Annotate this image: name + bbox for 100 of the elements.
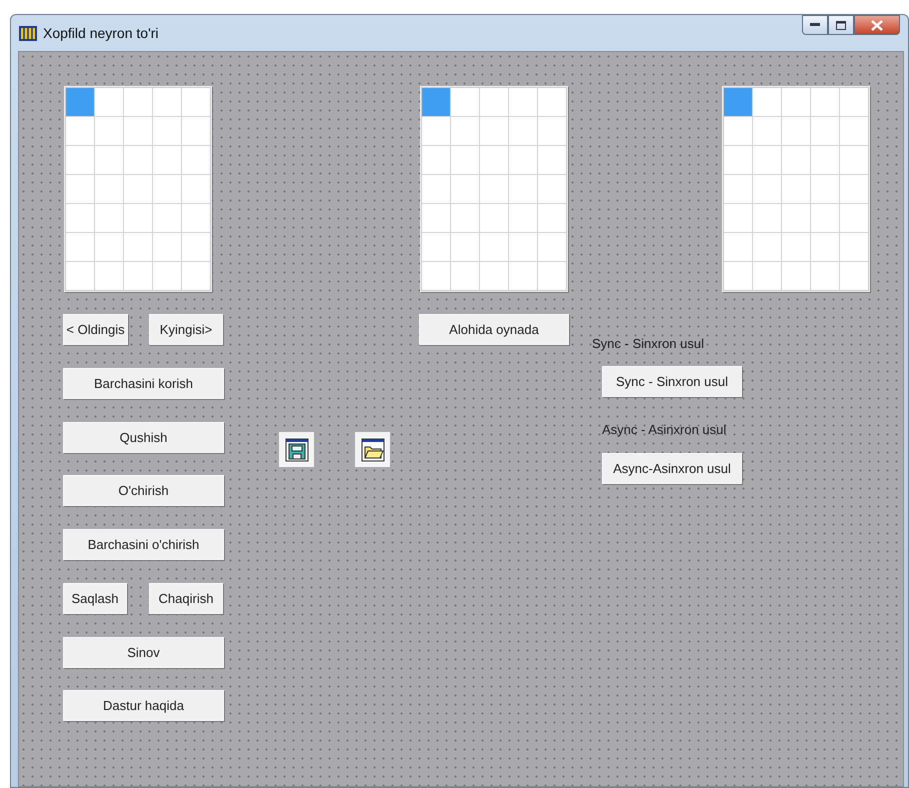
grid-cell[interactable] — [782, 233, 810, 261]
form-button[interactable]: Qushish — [63, 422, 224, 453]
grid-cell[interactable] — [124, 262, 152, 290]
grid-cell[interactable] — [509, 204, 537, 232]
grid-cell[interactable] — [509, 146, 537, 174]
grid-cell[interactable] — [66, 88, 94, 116]
grid-cell[interactable] — [811, 146, 839, 174]
grid-cell[interactable] — [451, 175, 479, 203]
grid-cell[interactable] — [95, 88, 123, 116]
grid-cell[interactable] — [422, 117, 450, 145]
grid-cell[interactable] — [782, 146, 810, 174]
grid-cell[interactable] — [182, 117, 210, 145]
grid-cell[interactable] — [538, 204, 566, 232]
form-button[interactable]: Barchasini o'chirish — [63, 529, 224, 560]
grid-cell[interactable] — [724, 204, 752, 232]
grid-cell[interactable] — [66, 175, 94, 203]
grid-cell[interactable] — [811, 175, 839, 203]
form-button[interactable]: Kyingisi> — [149, 314, 223, 345]
grid-cell[interactable] — [724, 175, 752, 203]
form-button[interactable]: Barchasini korish — [63, 368, 224, 399]
grid-cell[interactable] — [124, 233, 152, 261]
grid-cell[interactable] — [451, 262, 479, 290]
grid-cell[interactable] — [153, 88, 181, 116]
grid-cell[interactable] — [95, 233, 123, 261]
grid-cell[interactable] — [538, 233, 566, 261]
grid-cell[interactable] — [182, 233, 210, 261]
grid-cell[interactable] — [538, 175, 566, 203]
form-button[interactable]: Sync - Sinxron usul — [602, 366, 742, 397]
grid-cell[interactable] — [182, 88, 210, 116]
grid-cell[interactable] — [753, 117, 781, 145]
form-button[interactable]: Sinov — [63, 637, 224, 668]
grid-cell[interactable] — [538, 146, 566, 174]
grid-cell[interactable] — [509, 262, 537, 290]
grid-cell[interactable] — [95, 146, 123, 174]
form-button[interactable]: Alohida oynada — [419, 314, 569, 345]
grid-cell[interactable] — [153, 117, 181, 145]
grid-cell[interactable] — [840, 175, 868, 203]
grid-cell[interactable] — [724, 146, 752, 174]
grid-cell[interactable] — [153, 204, 181, 232]
grid-cell[interactable] — [753, 233, 781, 261]
grid-cell[interactable] — [811, 233, 839, 261]
grid-cell[interactable] — [422, 146, 450, 174]
grid-cell[interactable] — [124, 204, 152, 232]
grid-cell[interactable] — [753, 146, 781, 174]
grid-cell[interactable] — [480, 204, 508, 232]
grid-cell[interactable] — [480, 262, 508, 290]
form-button[interactable]: < Oldingis — [63, 314, 128, 345]
form-button[interactable]: Async-Asinxron usul — [602, 453, 742, 484]
grid-cell[interactable] — [182, 146, 210, 174]
grid-cell[interactable] — [66, 117, 94, 145]
grid-cell[interactable] — [422, 233, 450, 261]
grid-cell[interactable] — [153, 233, 181, 261]
grid-cell[interactable] — [840, 262, 868, 290]
grid-cell[interactable] — [66, 262, 94, 290]
grid-cell[interactable] — [153, 146, 181, 174]
grid-cell[interactable] — [840, 204, 868, 232]
grid-cell[interactable] — [538, 117, 566, 145]
grid-cell[interactable] — [66, 146, 94, 174]
grid-cell[interactable] — [451, 233, 479, 261]
open-button[interactable] — [355, 432, 390, 467]
grid-cell[interactable] — [509, 88, 537, 116]
maximize-button[interactable] — [828, 15, 854, 35]
grid-cell[interactable] — [182, 175, 210, 203]
grid-cell[interactable] — [782, 88, 810, 116]
grid-cell[interactable] — [724, 88, 752, 116]
grid-cell[interactable] — [95, 262, 123, 290]
grid-cell[interactable] — [840, 88, 868, 116]
grid-cell[interactable] — [451, 204, 479, 232]
grid-cell[interactable] — [811, 117, 839, 145]
form-button[interactable]: Chaqirish — [149, 583, 223, 614]
grid-cell[interactable] — [509, 233, 537, 261]
grid-cell[interactable] — [480, 117, 508, 145]
grid-cell[interactable] — [480, 233, 508, 261]
grid-cell[interactable] — [724, 233, 752, 261]
grid-cell[interactable] — [422, 88, 450, 116]
grid-cell[interactable] — [480, 88, 508, 116]
grid-cell[interactable] — [840, 233, 868, 261]
grid-cell[interactable] — [509, 175, 537, 203]
form-button[interactable]: Dastur haqida — [63, 690, 224, 721]
grid-cell[interactable] — [811, 262, 839, 290]
grid-cell[interactable] — [753, 204, 781, 232]
minimize-button[interactable] — [802, 15, 828, 35]
grid-cell[interactable] — [124, 117, 152, 145]
grid-cell[interactable] — [753, 88, 781, 116]
grid-cell[interactable] — [451, 88, 479, 116]
grid-cell[interactable] — [422, 262, 450, 290]
close-button[interactable] — [854, 15, 900, 35]
form-button[interactable]: Saqlash — [63, 583, 127, 614]
grid-cell[interactable] — [509, 117, 537, 145]
grid-cell[interactable] — [782, 117, 810, 145]
grid-cell[interactable] — [753, 175, 781, 203]
grid-cell[interactable] — [95, 117, 123, 145]
grid-cell[interactable] — [422, 204, 450, 232]
grid-cell[interactable] — [451, 146, 479, 174]
grid-cell[interactable] — [782, 175, 810, 203]
grid-cell[interactable] — [753, 262, 781, 290]
grid-cell[interactable] — [480, 146, 508, 174]
grid-cell[interactable] — [480, 175, 508, 203]
grid-cell[interactable] — [153, 262, 181, 290]
grid-cell[interactable] — [182, 204, 210, 232]
